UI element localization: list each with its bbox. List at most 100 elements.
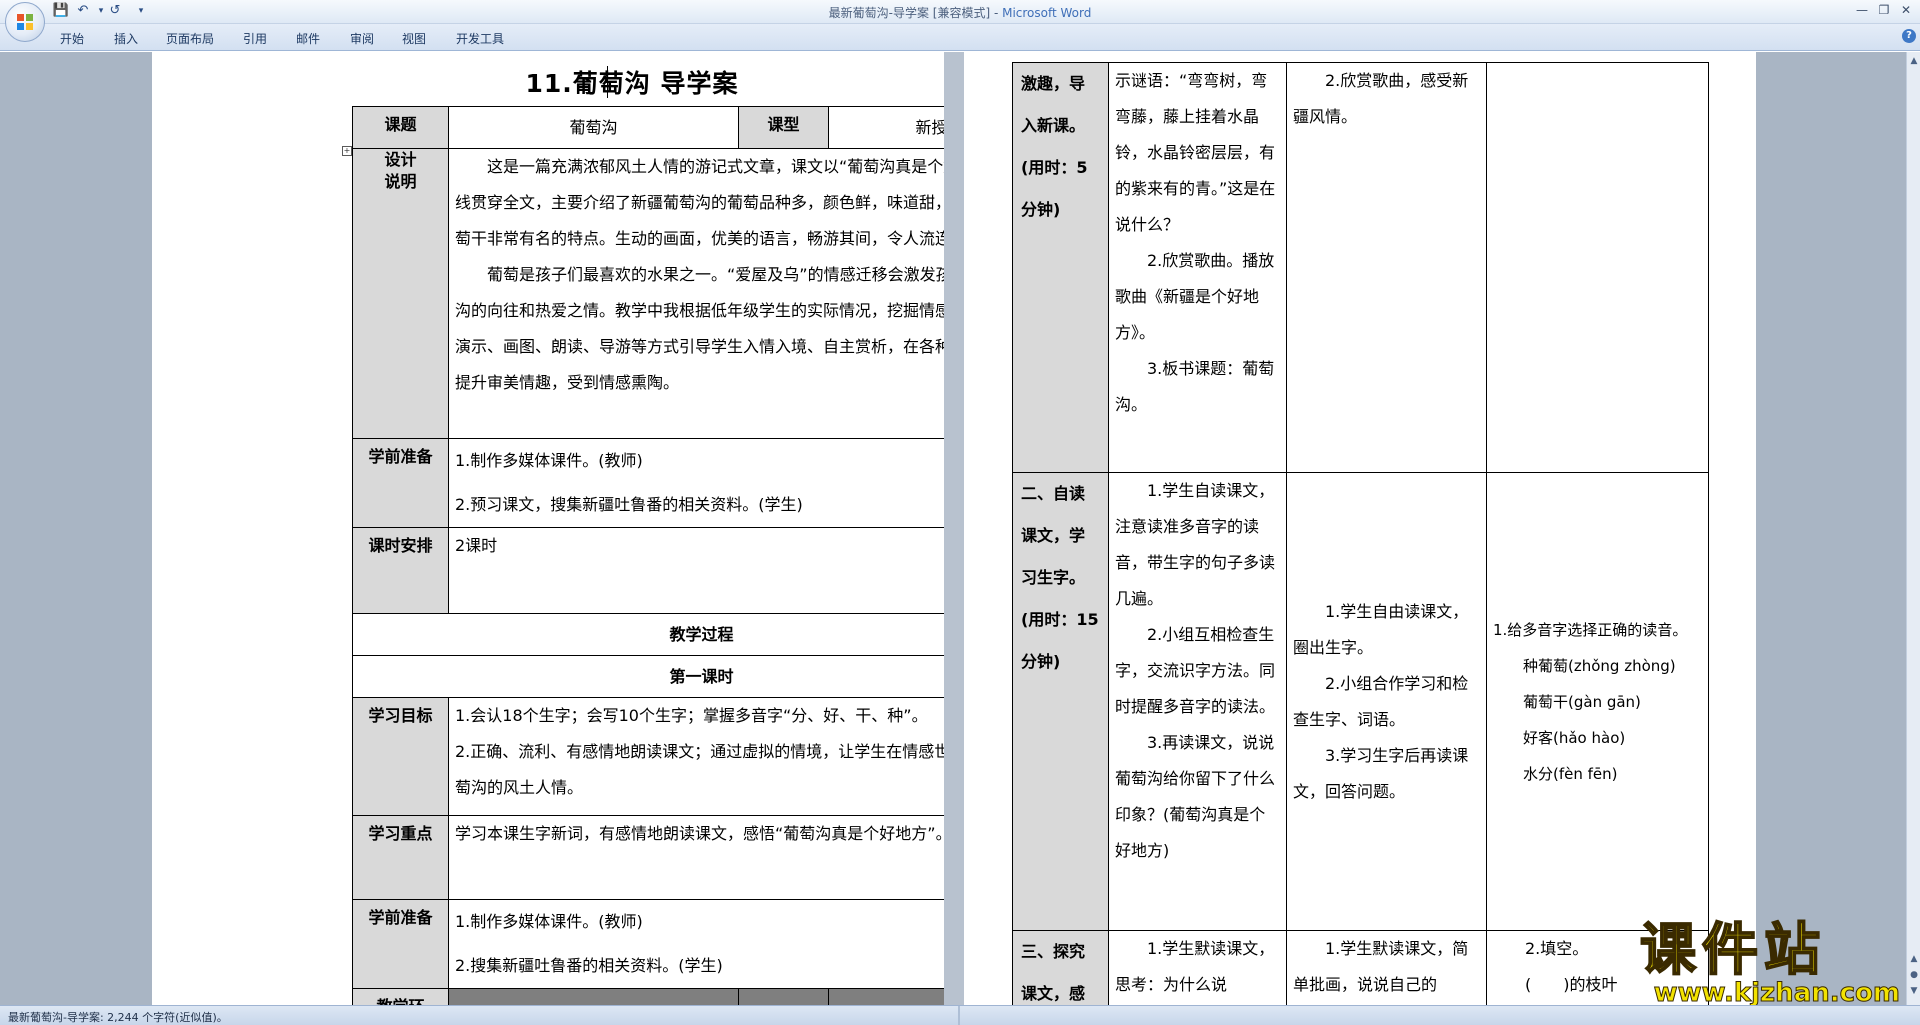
restore-icon[interactable]: ❐ (1874, 2, 1894, 18)
step3-label: 三、探究课文，感 (1012, 930, 1109, 1005)
scroll-up-icon[interactable]: ▲ (1908, 54, 1920, 68)
tab-mailings[interactable]: 邮件 (296, 30, 320, 47)
step1-extra (1486, 62, 1709, 473)
step1-student-1: 2.欣赏歌曲，感受新疆风情。 (1293, 71, 1469, 126)
step3-student: 1.学生默读课文，简单批画，说说自己的 (1286, 930, 1487, 1005)
step2-extra-5: 水分(fèn fēn) (1523, 764, 1618, 783)
title-bar: 💾 ↶ ▾ ↺ ▾ 最新葡萄沟-导学案 [兼容模式] - Microsoft W… (0, 0, 1920, 24)
vertical-scrollbar[interactable]: ▲ ▲ ● ▼ (1906, 52, 1920, 1005)
prep-line-2: 2.预习课文，搜集新疆吐鲁番的相关资料。(学生) (455, 495, 803, 514)
step2-teacher: 1.学生自读课文，注意读准多音字的读音，带生字的句子多读几遍。 2.小组互相检查… (1108, 472, 1287, 931)
hours-value: 2课时 (448, 527, 944, 614)
tab-developer[interactable]: 开发工具 (456, 30, 504, 47)
step-header-cell (828, 988, 944, 1005)
step2-extra: 1.给多音字选择正确的读音。 种葡萄(zhǒng zhòng) 葡萄干(gàn … (1486, 472, 1709, 931)
step1-label: 激趣，导入新课。(用时：5分钟) (1012, 62, 1109, 473)
focus-label: 学习重点 (352, 815, 449, 900)
tab-view[interactable]: 视图 (402, 30, 426, 47)
table-move-handle-icon[interactable]: + (342, 146, 352, 156)
table-row: 教学过程 (352, 613, 944, 656)
step3-teacher: 1.学生默读课文，思考：为什么说 (1108, 930, 1287, 1005)
design-paragraph-2: 葡萄是孩子们最喜欢的水果之一。“爱屋及乌”的情感迁移会激发孩子们对葡萄沟的向往和… (455, 265, 944, 392)
page-left[interactable]: 11.葡萄沟 导学案 + 课题 葡萄沟 课型 新授课 设计说明 这是一篇充满浓郁… (152, 52, 944, 1005)
status-bar: 最新葡萄沟-导学案: 2,244 个字符(近似值)。 (0, 1005, 1920, 1025)
prep-label: 学前准备 (352, 438, 449, 528)
process-table: 激趣，导入新课。(用时：5分钟) 示谜语：“弯弯树，弯弯藤，藤上挂着水晶铃，水晶… (1012, 62, 1709, 1005)
table-row: 教学环 (352, 988, 944, 1005)
step2-teacher-2: 2.小组互相检查生字，交流识字方法。同时提醒多音字的读法。 (1115, 625, 1276, 716)
step2-student-1: 1.学生自由读课文，圈出生字。 (1293, 601, 1469, 657)
step1-teacher-3: 3.板书课题：葡萄沟。 (1115, 359, 1275, 414)
step2-student-3: 3.学习生字后再读课文，回答问题。 (1293, 745, 1469, 801)
prep2-line-1: 1.制作多媒体课件。(教师) (455, 912, 643, 931)
step1-teacher-2: 2.欣赏歌曲。播放歌曲《新疆是个好地方》。 (1115, 251, 1275, 342)
table-row: 二、自读课文，学习生字。(用时：15分钟) 1.学生自读课文，注意读准多音字的读… (1012, 472, 1709, 931)
first-lesson-heading: 第一课时 (352, 655, 944, 698)
step-label: 教学环 (352, 988, 449, 1005)
step2-label: 二、自读课文，学习生字。(用时：15分钟) (1012, 472, 1109, 931)
step2-student: 1.学生自由读课文，圈出生字。 2.小组合作学习和检查生字、词语。 3.学习生字… (1286, 472, 1487, 931)
window-title: 最新葡萄沟-导学案 [兼容模式] - Microsoft Word (828, 6, 1092, 20)
step2-teacher-1: 1.学生自读课文，注意读准多音字的读音，带生字的句子多读几遍。 (1115, 481, 1276, 608)
design-label: 设计说明 (352, 148, 449, 439)
table-row: 激趣，导入新课。(用时：5分钟) 示谜语：“弯弯树，弯弯藤，藤上挂着水晶铃，水晶… (1012, 62, 1709, 473)
design-paragraph-1: 这是一篇充满浓郁风土人情的游记式文章，课文以“葡萄沟真是个好地方”为主线贯穿全文… (455, 157, 944, 248)
goals-line-1: 1.会认18个生字；会写10个生字；掌握多音字“分、好、干、种”。 (455, 706, 928, 725)
hours-label: 课时安排 (352, 527, 449, 614)
tab-references[interactable]: 引用 (243, 30, 267, 47)
focus-content: 学习本课生字新词，有感情地朗读课文，感悟“葡萄沟真是个好地方”。 (448, 815, 944, 900)
tab-home[interactable]: 开始 (60, 30, 84, 47)
tab-page-layout[interactable]: 页面布局 (166, 30, 214, 47)
office-logo-icon (17, 14, 33, 30)
text-cursor (607, 66, 608, 98)
table-row: 三、探究课文，感 1.学生默读课文，思考：为什么说 1.学生默读课文，简单批画，… (1012, 930, 1709, 1005)
step-header-cell (448, 988, 739, 1005)
status-text: 最新葡萄沟-导学案: 2,244 个字符(近似值)。 (8, 1011, 228, 1024)
goals-line-2: 2.正确、流利、有感情地朗读课文；通过虚拟的情境，让学生在情感世界里领略葡萄沟的… (455, 742, 944, 797)
pane-divider (944, 52, 964, 1005)
minimize-icon[interactable]: — (1852, 2, 1872, 18)
tab-review[interactable]: 审阅 (350, 30, 374, 47)
step2-extra-2: 种葡萄(zhǒng zhòng) (1523, 656, 1676, 675)
table-row: 课题 葡萄沟 课型 新授课 (352, 106, 944, 149)
watermark-logo: 课件站 www.kjzhan.com (1639, 918, 1910, 1008)
topic-value: 葡萄沟 (448, 106, 739, 149)
process-heading: 教学过程 (352, 613, 944, 656)
step3-teacher-1: 1.学生默读课文，思考：为什么说 (1115, 939, 1275, 994)
type-label: 课型 (738, 106, 829, 149)
goals-content: 1.会认18个生字；会写10个生字；掌握多音字“分、好、干、种”。 2.正确、流… (448, 697, 944, 816)
page-title: 11.葡萄沟 导学案 (525, 69, 739, 98)
step2-extra-4: 好客(hǎo hào) (1523, 728, 1626, 747)
watermark-text: 课件站 (1639, 918, 1826, 983)
prep-content: 1.制作多媒体课件。(教师) 2.预习课文，搜集新疆吐鲁番的相关资料。(学生) (448, 438, 944, 528)
type-value: 新授课 (828, 106, 944, 149)
table-row: 学前准备 1.制作多媒体课件。(教师) 2.预习课文，搜集新疆吐鲁番的相关资料。… (352, 438, 944, 528)
status-divider (958, 1006, 960, 1025)
step2-extra-1: 1.给多音字选择正确的读音。 (1493, 620, 1688, 639)
topic-label: 课题 (352, 106, 449, 149)
step1-teacher-1: 示谜语：“弯弯树，弯弯藤，藤上挂着水晶铃，水晶铃密层层，有的紫来有的青。”这是在… (1115, 71, 1276, 234)
step1-teacher: 示谜语：“弯弯树，弯弯藤，藤上挂着水晶铃，水晶铃密层层，有的紫来有的青。”这是在… (1108, 62, 1287, 473)
table-row: 学习目标 1.会认18个生字；会写10个生字；掌握多音字“分、好、干、种”。 2… (352, 697, 944, 816)
watermark-url: www.kjzhan.com (1653, 978, 1900, 1008)
help-icon[interactable]: ? (1902, 29, 1916, 43)
prep2-content: 1.制作多媒体课件。(教师) 2.搜集新疆吐鲁番的相关资料。(学生) (448, 899, 944, 989)
close-icon[interactable]: ✕ (1896, 2, 1916, 18)
step2-student-2: 2.小组合作学习和检查生字、词语。 (1293, 673, 1469, 729)
table-row: 学习重点 学习本课生字新词，有感情地朗读课文，感悟“葡萄沟真是个好地方”。 (352, 815, 944, 900)
page-right[interactable]: 激趣，导入新课。(用时：5分钟) 示谜语：“弯弯树，弯弯藤，藤上挂着水晶铃，水晶… (964, 52, 1756, 1005)
prep2-line-2: 2.搜集新疆吐鲁番的相关资料。(学生) (455, 956, 723, 975)
prep2-label: 学前准备 (352, 899, 449, 989)
ribbon-tabs: 开始 插入 页面布局 引用 邮件 审阅 视图 开发工具 ? (0, 24, 1920, 51)
step2-extra-3: 葡萄干(gàn gān) (1523, 692, 1641, 711)
step2-teacher-3: 3.再读课文，说说葡萄沟给你留下了什么印象？(葡萄沟真是个好地方) (1115, 733, 1276, 860)
table-row: 第一课时 (352, 655, 944, 698)
step3-student-1: 1.学生默读课文，简单批画，说说自己的 (1293, 939, 1469, 994)
prep-line-1: 1.制作多媒体课件。(教师) (455, 451, 643, 470)
table-row: 课时安排 2课时 (352, 527, 944, 614)
office-button[interactable] (5, 2, 45, 42)
lesson-table: 课题 葡萄沟 课型 新授课 设计说明 这是一篇充满浓郁风土人情的游记式文章，课文… (352, 106, 944, 1005)
tab-insert[interactable]: 插入 (114, 30, 138, 47)
document-workspace: 11.葡萄沟 导学案 + 课题 葡萄沟 课型 新授课 设计说明 这是一篇充满浓郁… (0, 52, 1906, 1005)
design-content: 这是一篇充满浓郁风土人情的游记式文章，课文以“葡萄沟真是个好地方”为主线贯穿全文… (448, 148, 944, 439)
